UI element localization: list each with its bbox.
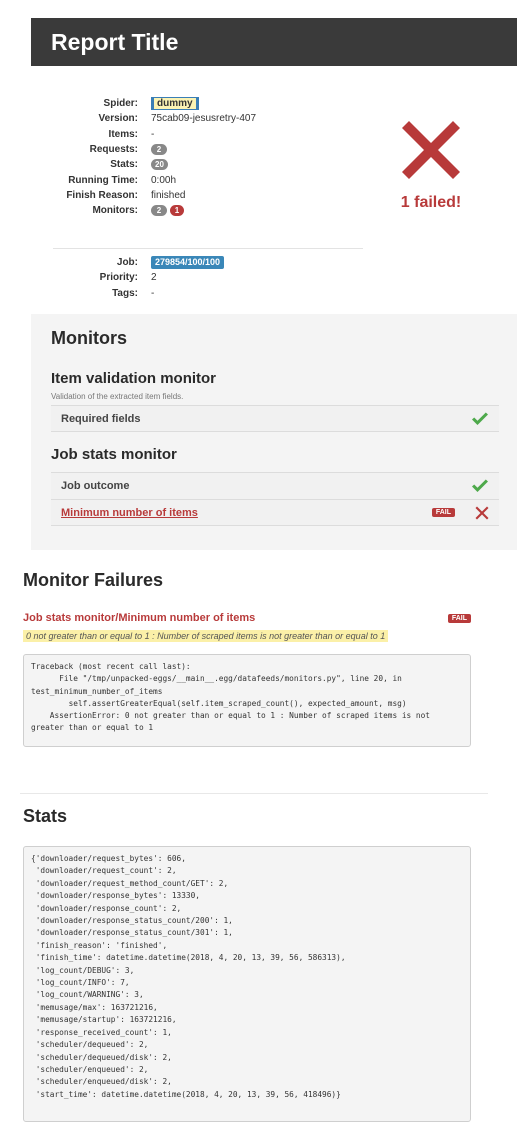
report-header: Report Title xyxy=(31,18,517,66)
monitor-row-required-fields[interactable]: Required fields xyxy=(51,405,499,432)
monitors-heading: Monitors xyxy=(51,328,127,348)
failure-title-row: Job stats monitor/Minimum number of item… xyxy=(23,610,471,626)
version-row: Version: 75cab09-jesusretry-407 xyxy=(98,113,257,125)
minimum-items-link[interactable]: Minimum number of items xyxy=(61,507,198,519)
traceback-block: Traceback (most recent call last): File … xyxy=(23,654,471,747)
monitors-section: Monitors Item validation monitor Validat… xyxy=(51,328,499,526)
monitor-group-title: Item validation monitor xyxy=(51,370,217,387)
job-link[interactable]: 279854/100/100 xyxy=(151,256,225,270)
spider-tag[interactable]: dummy xyxy=(151,97,199,111)
monitor-group-title: Job stats monitor xyxy=(51,446,177,463)
stats-section: Stats {'downloader/request_bytes': 606, … xyxy=(23,806,471,1122)
spider-row: Spider: dummy xyxy=(31,96,361,111)
running-time-row: Running Time: 0:00h xyxy=(68,174,177,186)
monitors-passed-badge: 2 xyxy=(151,205,167,217)
stats-count-badge: 20 xyxy=(151,159,168,171)
job-info-list: Spider: dummy Version: 75cab09-jesusretr… xyxy=(31,96,361,218)
priority-row: Priority: 2 xyxy=(99,272,157,284)
fail-badge: FAIL xyxy=(431,508,455,517)
tags-row: Tags: - xyxy=(112,287,155,299)
stats-heading: Stats xyxy=(23,806,68,826)
fail-badge: FAIL xyxy=(447,613,471,623)
check-icon xyxy=(472,479,488,492)
x-icon xyxy=(475,506,489,519)
monitors-row: Monitors: 2 1 xyxy=(31,203,361,218)
report-title: Report Title xyxy=(51,28,179,55)
requests-row: Requests: 2 xyxy=(31,142,361,157)
items-row: Items: - xyxy=(108,128,155,140)
monitor-failures-heading: Monitor Failures xyxy=(23,570,164,590)
monitor-group-description: Validation of the extracted item fields. xyxy=(51,392,184,401)
failure-title: Job stats monitor/Minimum number of item… xyxy=(23,612,256,624)
failure-message: 0 not greater than or equal to 1 : Numbe… xyxy=(23,630,389,642)
section-divider xyxy=(20,793,488,794)
finish-reason-row: Finish Reason: finished xyxy=(66,189,186,201)
monitor-row-minimum-items[interactable]: Minimum number of items FAIL xyxy=(51,499,499,526)
check-icon xyxy=(472,412,488,425)
monitor-failures-section: Monitor Failures Job stats monitor/Minim… xyxy=(23,570,471,747)
job-row: Job: 279854/100/100 xyxy=(31,255,361,270)
report-card: Report Title Spider: dummy Version: 75ca… xyxy=(31,18,517,550)
x-icon xyxy=(402,121,460,179)
job-meta-list: Job: 279854/100/100 Priority: 2 Tags: - xyxy=(31,255,361,301)
monitors-failed-badge: 1 xyxy=(170,205,184,217)
stats-dump: {'downloader/request_bytes': 606, 'downl… xyxy=(23,846,471,1122)
monitor-row-job-outcome[interactable]: Job outcome xyxy=(51,472,499,499)
summary-panel: Spider: dummy Version: 75cab09-jesusretr… xyxy=(31,66,517,314)
failed-status: 1 failed! xyxy=(400,194,462,211)
summary-divider xyxy=(53,248,363,249)
stats-row: Stats: 20 xyxy=(31,157,361,172)
requests-count-badge: 2 xyxy=(151,144,167,156)
